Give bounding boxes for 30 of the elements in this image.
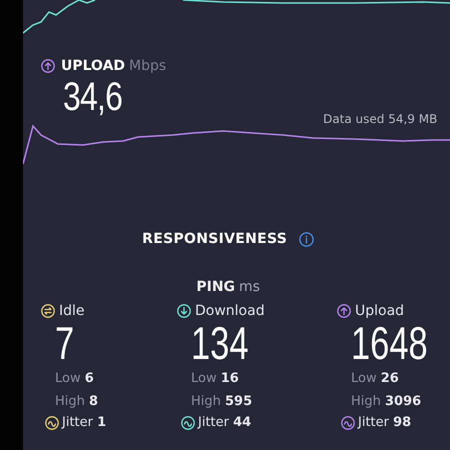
jitter-value: Jitter 98 — [358, 415, 412, 430]
high-value: High 3096 — [351, 393, 422, 411]
high-value: High 595 — [191, 393, 252, 411]
wave-icon — [45, 416, 59, 430]
jitter-value: Jitter 1 — [62, 415, 106, 430]
jitter-value: Jitter 44 — [198, 415, 252, 430]
upload-label: UPLOAD — [61, 58, 126, 74]
upload-icon — [337, 304, 351, 318]
ping-label: PING — [196, 279, 236, 295]
arrows-icon — [41, 304, 55, 318]
upload-speed: 34,6 — [63, 74, 122, 120]
ping-type-label: Download — [195, 303, 265, 319]
ping-type-label: Idle — [59, 303, 85, 319]
high-value: High 8 — [55, 393, 98, 411]
ping-unit: ms — [239, 279, 260, 295]
low-value: Low 6 — [55, 370, 94, 388]
info-icon[interactable] — [299, 232, 314, 246]
ping-value: 1648 — [351, 319, 428, 367]
upload-icon — [41, 59, 55, 73]
upload-unit: Mbps — [129, 58, 166, 74]
responsiveness-heading: RESPONSIVENESS — [142, 231, 288, 247]
data-used-text: Data used 54,9 MB — [323, 112, 438, 126]
wave-icon — [181, 416, 195, 430]
wave-icon — [341, 416, 355, 430]
download-icon — [177, 304, 191, 318]
ping-type-label: Upload — [355, 303, 404, 319]
low-value: Low 26 — [351, 370, 399, 388]
low-value: Low 16 — [191, 370, 239, 388]
ping-value: 7 — [55, 319, 74, 367]
ping-value: 134 — [191, 319, 249, 367]
